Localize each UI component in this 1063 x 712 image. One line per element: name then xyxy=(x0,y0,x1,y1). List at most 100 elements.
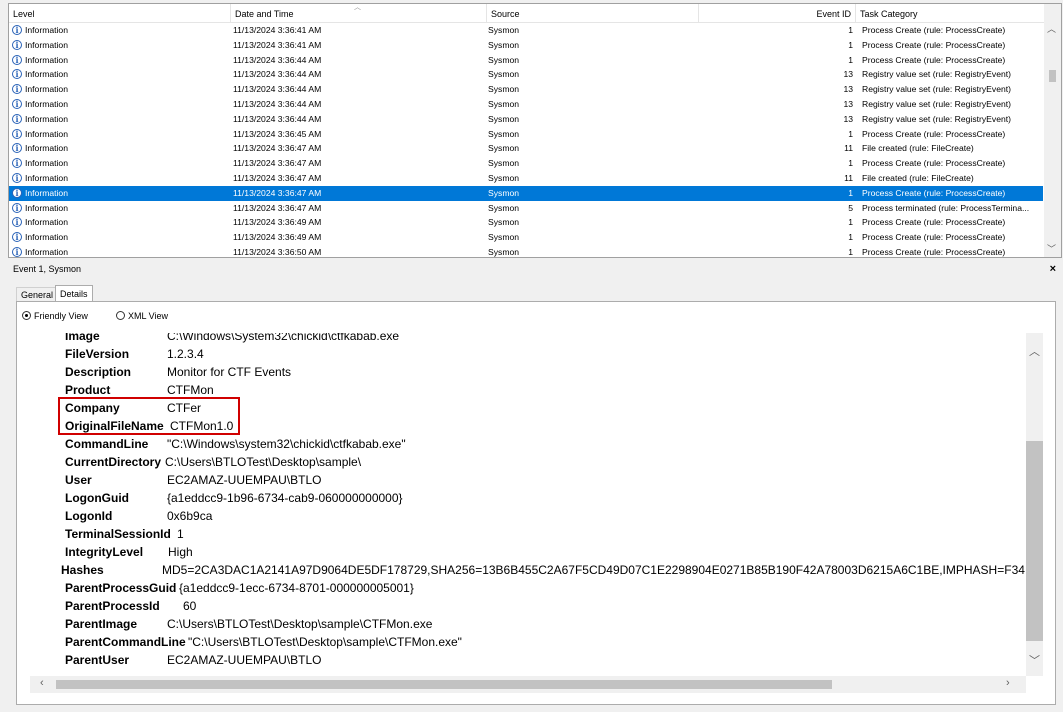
level-cell: Information xyxy=(25,246,68,257)
level-cell: Information xyxy=(25,98,68,109)
task-category-cell: Registry value set (rule: RegistryEvent) xyxy=(862,69,1012,80)
details-horizontal-scrollbar[interactable]: ‹ › xyxy=(30,676,1026,693)
field-name: ParentCommandLine xyxy=(65,635,186,649)
event-details-pane: Image C:\Windows\System32\chickid\ctfkaba… xyxy=(30,333,1025,676)
scroll-thumb[interactable] xyxy=(1026,441,1043,641)
field-value: "C:\Users\BTLOTest\Desktop\sample\CTFMon… xyxy=(188,635,462,649)
event-id-cell: 1 xyxy=(848,158,853,169)
table-row[interactable]: i Information 11/13/2024 3:36:44 AM Sysmon 1… xyxy=(9,82,1043,97)
task-category-cell: Process Create (rule: ProcessCreate) xyxy=(862,54,1006,65)
table-row[interactable]: i Information 11/13/2024 3:36:49 AM Sysmon 1… xyxy=(9,230,1043,245)
table-row[interactable]: i Information 11/13/2024 3:36:41 AM Sysmon 1… xyxy=(9,38,1043,53)
table-row[interactable]: i Information 11/13/2024 3:36:50 AM Sysmon 1… xyxy=(9,245,1043,257)
level-cell: Information xyxy=(25,187,68,198)
tab-general[interactable]: General xyxy=(16,287,59,302)
level-cell: Information xyxy=(25,232,68,243)
table-row[interactable]: i Information 11/13/2024 3:36:47 AM Sysmon 1… xyxy=(9,185,1043,201)
task-category-cell: Process Create (rule: ProcessCreate) xyxy=(862,25,1006,35)
tab-details[interactable]: Details xyxy=(55,285,93,302)
field-name: LogonId xyxy=(65,509,113,523)
task-category-cell: Process Create (rule: ProcessCreate) xyxy=(862,246,1006,257)
table-row[interactable]: i Information 11/13/2024 3:36:44 AM Sysmon 1… xyxy=(9,97,1043,112)
date-cell: 11/13/2024 3:36:41 AM xyxy=(233,25,322,35)
level-cell: Information xyxy=(25,54,68,65)
date-cell: 11/13/2024 3:36:49 AM xyxy=(233,232,322,243)
field-value: High xyxy=(168,545,193,559)
information-icon: i xyxy=(12,39,22,50)
details-vertical-scrollbar[interactable]: ︿ ﹀ xyxy=(1026,333,1043,676)
column-header-task-category[interactable]: Task Category xyxy=(856,4,1045,22)
event-id-cell: 11 xyxy=(844,172,853,183)
table-row[interactable]: i Information 11/13/2024 3:36:44 AM Sysmon 1… xyxy=(9,67,1043,82)
highlight-annotation-box xyxy=(58,397,240,435)
table-row[interactable]: i Information 11/13/2024 3:36:47 AM Sysmon 1… xyxy=(9,171,1043,186)
date-cell: 11/13/2024 3:36:49 AM xyxy=(233,217,322,228)
scroll-up-icon[interactable]: ︿ xyxy=(1047,22,1056,35)
table-row[interactable]: i Information 11/13/2024 3:36:49 AM Sysmon 1… xyxy=(9,215,1043,230)
scroll-left-icon[interactable]: ‹ xyxy=(40,677,44,689)
information-icon: i xyxy=(12,187,22,198)
scroll-up-icon[interactable]: ︿ xyxy=(1029,343,1040,359)
close-icon[interactable]: × xyxy=(1050,261,1056,278)
task-category-cell: Process Create (rule: ProcessCreate) xyxy=(862,187,1006,198)
table-row[interactable]: i Information 11/13/2024 3:36:45 AM Sysmon 1… xyxy=(9,127,1043,142)
level-cell: Information xyxy=(25,202,68,213)
source-cell: Sysmon xyxy=(488,143,520,154)
field-name: User xyxy=(65,473,92,487)
level-cell: Information xyxy=(25,158,68,169)
level-cell: Information xyxy=(25,84,68,95)
scroll-thumb[interactable] xyxy=(1049,70,1056,82)
column-header-event-id[interactable]: Event ID xyxy=(699,4,856,22)
event-id-cell: 1 xyxy=(848,128,853,139)
information-icon: i xyxy=(12,98,22,109)
event-id-cell: 1 xyxy=(848,232,853,243)
field-name: Image xyxy=(65,333,100,343)
field-name: Hashes xyxy=(61,563,104,577)
field-value: 1.2.3.4 xyxy=(167,347,204,361)
field-value: EC2AMAZ-UUEMPAU\BTLO xyxy=(167,653,322,667)
date-cell: 11/13/2024 3:36:44 AM xyxy=(233,69,322,80)
event-id-cell: 1 xyxy=(848,25,853,35)
date-cell: 11/13/2024 3:36:47 AM xyxy=(233,172,322,183)
information-icon: i xyxy=(12,158,22,169)
field-value: EC2AMAZ-UUEMPAU\BTLO xyxy=(167,473,322,487)
field-value: C:\Windows\System32\chickid\ctfkabab.exe xyxy=(167,333,400,343)
column-header-source[interactable]: Source xyxy=(487,4,699,22)
xml-view-radio[interactable]: XML View xyxy=(116,311,168,321)
date-cell: 11/13/2024 3:36:47 AM xyxy=(233,143,322,154)
column-header-level[interactable]: Level xyxy=(9,4,231,22)
field-value: 0x6b9ca xyxy=(167,509,213,523)
table-row[interactable]: i Information 11/13/2024 3:36:47 AM Sysmon 1… xyxy=(9,141,1043,156)
table-row[interactable]: i Information 11/13/2024 3:36:47 AM Sysmon 5… xyxy=(9,201,1043,216)
date-cell: 11/13/2024 3:36:47 AM xyxy=(233,202,322,213)
scroll-right-icon[interactable]: › xyxy=(1006,677,1010,689)
grid-vertical-scrollbar[interactable]: ︿ ﹀ xyxy=(1044,4,1061,257)
friendly-view-radio[interactable]: Friendly View xyxy=(22,311,88,321)
information-icon: i xyxy=(12,113,22,124)
field-value: C:\Users\BTLOTest\Desktop\sample\ xyxy=(165,455,362,469)
source-cell: Sysmon xyxy=(488,113,520,124)
event-id-cell: 5 xyxy=(848,202,853,213)
scroll-thumb[interactable] xyxy=(56,680,832,689)
date-cell: 11/13/2024 3:36:44 AM xyxy=(233,84,322,95)
source-cell: Sysmon xyxy=(488,39,520,50)
field-name: ParentProcessId xyxy=(65,599,160,613)
field-name: LogonGuid xyxy=(65,491,129,505)
event-id-cell: 13 xyxy=(843,113,853,124)
field-value: 60 xyxy=(183,599,197,613)
information-icon: i xyxy=(12,232,22,243)
field-value: C:\Users\BTLOTest\Desktop\sample\CTFMon.… xyxy=(167,617,433,631)
information-icon: i xyxy=(12,172,22,183)
table-row[interactable]: i Information 11/13/2024 3:36:47 AM Sysmon 1… xyxy=(9,156,1043,171)
field-value: 1 xyxy=(177,527,184,541)
task-category-cell: Process Create (rule: ProcessCreate) xyxy=(862,217,1006,228)
source-cell: Sysmon xyxy=(488,54,520,65)
table-row[interactable]: i Information 11/13/2024 3:36:41 AM Sysmon 1… xyxy=(9,23,1043,38)
source-cell: Sysmon xyxy=(488,187,520,198)
task-category-cell: Registry value set (rule: RegistryEvent) xyxy=(862,84,1012,95)
date-cell: 11/13/2024 3:36:44 AM xyxy=(233,98,322,109)
table-row[interactable]: i Information 11/13/2024 3:36:44 AM Sysmon 1… xyxy=(9,53,1043,68)
scroll-down-icon[interactable]: ﹀ xyxy=(1047,242,1056,255)
table-row[interactable]: i Information 11/13/2024 3:36:44 AM Sysmon 1… xyxy=(9,112,1043,127)
scroll-down-icon[interactable]: ﹀ xyxy=(1029,652,1040,668)
